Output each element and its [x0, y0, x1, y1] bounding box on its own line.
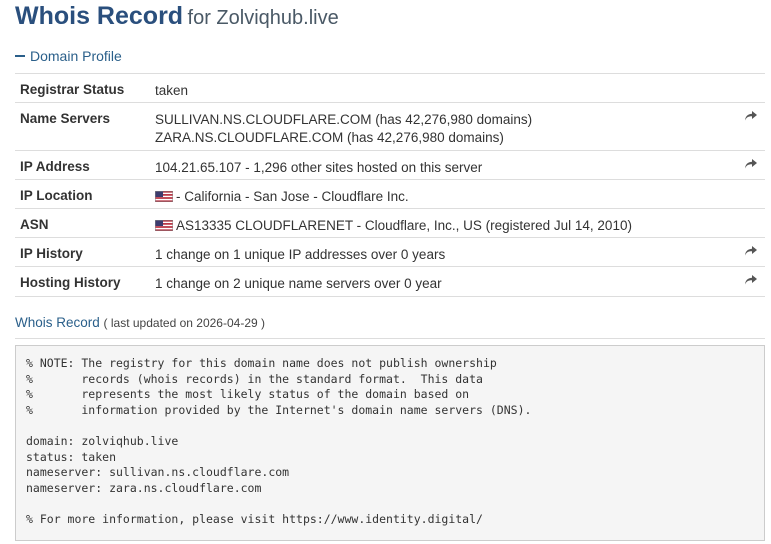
- profile-value-text: 1 change on 2 unique name servers over 0…: [155, 276, 442, 291]
- profile-row: IP Address 104.21.65.107 - 1,296 other si…: [15, 150, 765, 180]
- domain-profile-toggle[interactable]: Domain Profile: [15, 48, 122, 64]
- profile-row-action[interactable]: [737, 237, 765, 267]
- whois-page: Whois Record for Zolviqhub.live Domain P…: [0, 0, 771, 544]
- profile-row: ASN AS13335 CLOUDFLARENET - Cloudflare, I…: [15, 208, 765, 238]
- profile-value-text: AS13335 CLOUDFLARENET - Cloudflare, Inc.…: [176, 218, 632, 233]
- profile-row-action[interactable]: [737, 266, 765, 297]
- profile-row-action[interactable]: [737, 150, 765, 180]
- page-title-main: Whois Record: [15, 2, 184, 30]
- profile-row-label: Name Servers: [15, 102, 155, 151]
- profile-row-label: Hosting History: [15, 266, 155, 297]
- profile-value-line: - California - San Jose - Cloudflare Inc…: [155, 188, 737, 206]
- profile-value-text: ZARA.NS.CLOUDFLARE.COM (has 42,276,980 d…: [155, 130, 504, 145]
- profile-row-value: SULLIVAN.NS.CLOUDFLARE.COM (has 42,276,9…: [155, 102, 737, 151]
- profile-row-action: [737, 208, 765, 238]
- share-arrow-icon[interactable]: [744, 273, 758, 290]
- us-flag-icon: [155, 218, 173, 231]
- profile-value-text: - California - San Jose - Cloudflare Inc…: [176, 189, 409, 204]
- profile-row-action: [737, 179, 765, 209]
- profile-row-action[interactable]: [737, 102, 765, 151]
- profile-value-line: 1 change on 2 unique name servers over 0…: [155, 275, 737, 293]
- profile-row-label: IP Location: [15, 179, 155, 209]
- divider: [15, 338, 765, 339]
- domain-profile-title: Domain Profile: [30, 48, 122, 64]
- profile-row-value: - California - San Jose - Cloudflare Inc…: [155, 179, 737, 209]
- profile-value-line: taken: [155, 82, 737, 100]
- profile-row: Name Servers SULLIVAN.NS.CLOUDFLARE.COM (…: [15, 102, 765, 151]
- raw-whois-text: % NOTE: The registry for this domain nam…: [15, 345, 765, 541]
- domain-profile-table: Registrar Status taken Name Servers SULLIVA…: [15, 73, 765, 297]
- profile-value-line: AS13335 CLOUDFLARENET - Cloudflare, Inc.…: [155, 217, 737, 235]
- us-flag-icon: [155, 189, 173, 202]
- profile-row-value: taken: [155, 73, 737, 103]
- profile-value-text: SULLIVAN.NS.CLOUDFLARE.COM (has 42,276,9…: [155, 112, 533, 127]
- share-arrow-icon[interactable]: [744, 157, 758, 174]
- profile-row: IP Location - California - San Jose - Clo…: [15, 179, 765, 209]
- profile-row-label: ASN: [15, 208, 155, 238]
- profile-value-line: 104.21.65.107 - 1,296 other sites hosted…: [155, 159, 737, 177]
- profile-row-value: 1 change on 2 unique name servers over 0…: [155, 266, 737, 297]
- profile-row-label: Registrar Status: [15, 73, 155, 103]
- profile-value-line: SULLIVAN.NS.CLOUDFLARE.COM (has 42,276,9…: [155, 111, 737, 129]
- profile-row: Registrar Status taken: [15, 73, 765, 103]
- profile-value-text: 104.21.65.107 - 1,296 other sites hosted…: [155, 160, 483, 175]
- whois-record-title: Whois Record: [15, 315, 100, 330]
- profile-value-text: 1 change on 1 unique IP addresses over 0…: [155, 247, 446, 262]
- whois-last-updated: ( last updated on 2026-04-29 ): [103, 316, 265, 330]
- profile-value-line: 1 change on 1 unique IP addresses over 0…: [155, 246, 737, 264]
- profile-value-line: ZARA.NS.CLOUDFLARE.COM (has 42,276,980 d…: [155, 129, 737, 147]
- profile-value-text: taken: [155, 83, 189, 98]
- profile-row-label: IP History: [15, 237, 155, 267]
- share-arrow-icon[interactable]: [744, 109, 758, 126]
- profile-row-value: 104.21.65.107 - 1,296 other sites hosted…: [155, 150, 737, 180]
- minus-icon[interactable]: [15, 55, 25, 57]
- share-arrow-icon[interactable]: [744, 244, 758, 261]
- profile-row-label: IP Address: [15, 150, 155, 180]
- profile-row-value: 1 change on 1 unique IP addresses over 0…: [155, 237, 737, 267]
- profile-row-action: [737, 73, 765, 103]
- page-title: Whois Record for Zolviqhub.live: [15, 2, 339, 31]
- profile-row: Hosting History 1 change on 2 unique name…: [15, 266, 765, 297]
- profile-row-value: AS13335 CLOUDFLARENET - Cloudflare, Inc.…: [155, 208, 737, 238]
- page-title-domain: for Zolviqhub.live: [187, 7, 339, 29]
- profile-row: IP History 1 change on 1 unique IP addres…: [15, 237, 765, 267]
- whois-record-header: Whois Record ( last updated on 2026-04-2…: [15, 315, 265, 330]
